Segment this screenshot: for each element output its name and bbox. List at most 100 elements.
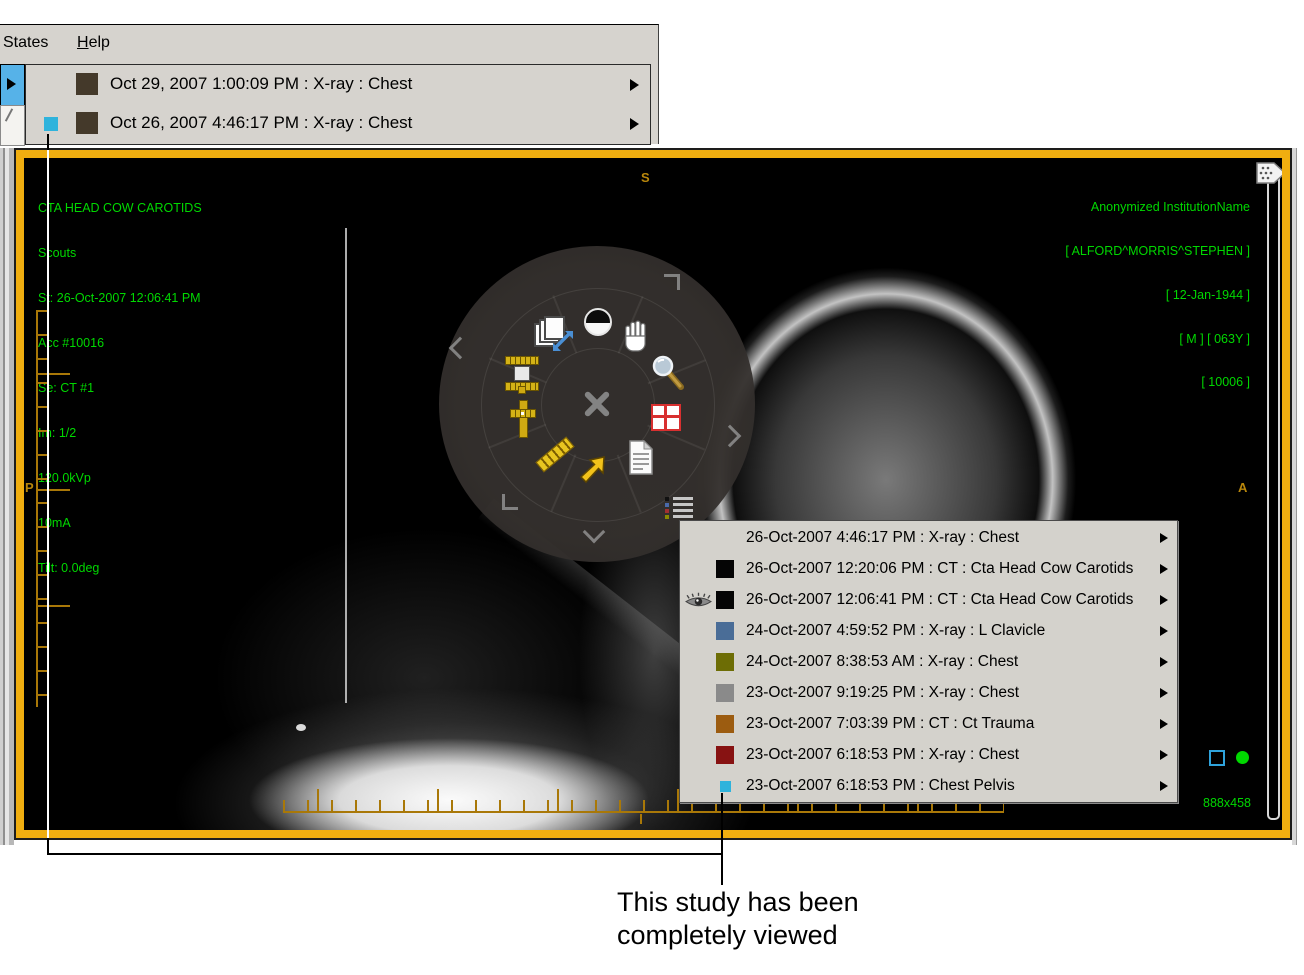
study-color-swatch [716,591,734,609]
submenu-arrow-icon [1160,719,1168,729]
callout-text: This study has been completely viewed [617,886,859,952]
window-level-icon[interactable] [584,308,612,336]
orientation-marker-posterior: P [25,480,34,495]
chevron-right-icon[interactable] [719,425,742,448]
probe-icon[interactable] [510,400,536,438]
states-menu-window: States Help Oct 29, 2007 1:00:09 PM : X-… [0,24,659,144]
stack-scrollbar[interactable] [1267,168,1280,820]
menu-help[interactable]: Help [77,34,110,52]
study-menu-item[interactable]: 26-Oct-2007 12:06:41 PM : CT : Cta Head … [680,585,1177,616]
menu-item-label: Oct 29, 2007 1:00:09 PM : X-ray : Chest [110,74,412,94]
catheter-wire [345,228,347,703]
callout-line [47,134,49,150]
institution-name: Anonymized InstitutionName [1065,200,1250,215]
study-color-swatch [76,73,98,95]
viewed-marker [720,781,731,792]
vertical-scale-ruler [36,310,70,707]
study-menu-item[interactable]: 23-Oct-2007 7:03:39 PM : CT : Ct Trauma [680,709,1177,740]
layout-grid-icon[interactable] [651,404,681,431]
tool-glyph-icon [5,108,13,121]
callout-line-inside-viewer [47,150,49,838]
patient-id: [ 10006 ] [1065,375,1250,390]
callout-line [47,853,723,855]
report-document-icon[interactable] [627,440,655,476]
toolbar-button-highlighted[interactable] [0,64,25,106]
study-menu-item[interactable]: 23-Oct-2007 6:18:53 PM : Chest Pelvis [680,771,1177,802]
ruler-midpoint-tick [640,814,642,824]
study-label: 23-Oct-2007 7:03:39 PM : CT : Ct Trauma [746,715,1034,733]
cine-table-icon[interactable] [505,356,539,392]
status-icons [1179,749,1251,765]
study-label: 23-Oct-2007 6:18:53 PM : X-ray : Chest [746,746,1019,764]
patient-birthdate: [ 12-Jan-1944 ] [1065,288,1250,303]
orientation-marker-anterior: A [1238,480,1247,495]
pointer-arrow-icon[interactable] [578,456,606,484]
overlay-top-right: Anonymized InstitutionName [ ALFORD^MORR… [1065,171,1250,419]
study-menu-item[interactable]: 24-Oct-2007 4:59:52 PM : X-ray : L Clavi… [680,616,1177,647]
callout-line [721,793,723,885]
submenu-arrow-icon [1160,781,1168,791]
study-label: 23-Oct-2007 6:18:53 PM : Chest Pelvis [746,777,1015,795]
study-color-swatch [76,112,98,134]
toolbar-button-fragment[interactable] [0,105,25,146]
study-label: 24-Oct-2007 8:38:53 AM : X-ray : Chest [746,653,1018,671]
overlay-bottom-right: 888x458 oom: 101 % 1 (lossless) V: 499 L… [1179,718,1251,830]
study-datetime: St: 26-Oct-2007 12:06:41 PM [38,291,202,306]
states-dropdown-menu: Oct 29, 2007 1:00:09 PM : X-ray : Chest … [25,64,651,145]
status-dot-icon [1236,751,1249,764]
patient-sex-age: [ M ] [ 063Y ] [1065,332,1250,347]
chevron-northeast-icon[interactable] [664,274,680,290]
study-color-swatch [716,715,734,733]
study-label: 23-Oct-2007 9:19:25 PM : X-ray : Chest [746,684,1019,702]
orientation-marker-superior: S [641,170,650,185]
patient-name: [ ALFORD^MORRIS^STEPHEN ] [1065,244,1250,259]
submenu-arrow-icon [630,79,639,91]
study-label: 24-Oct-2007 4:59:52 PM : X-ray : L Clavi… [746,622,1045,640]
wire-tip [296,724,306,731]
submenu-arrow-icon [630,118,639,130]
study-menu-item[interactable]: 24-Oct-2007 8:38:53 AM : X-ray : Chest [680,647,1177,678]
study-color-swatch [716,746,734,764]
chevron-left-icon[interactable] [449,337,472,360]
stack-position-arrow-icon[interactable] [1255,160,1282,186]
study-label: 26-Oct-2007 12:06:41 PM : CT : Cta Head … [746,591,1133,609]
parent-window-edge-left [0,148,14,845]
play-arrow-icon [7,78,16,90]
magnify-icon[interactable] [650,354,686,392]
chevron-southwest-icon[interactable] [502,494,518,510]
submenu-arrow-icon [1160,657,1168,667]
submenu-arrow-icon [1160,595,1168,605]
sync-square-icon [1209,750,1225,766]
study-label: 26-Oct-2007 12:20:06 PM : CT : Cta Head … [746,560,1133,578]
pan-hand-icon[interactable] [622,318,652,354]
study-color-swatch [716,560,734,578]
series-description: Scouts [38,246,202,261]
submenu-arrow-icon [1160,688,1168,698]
study-menu-item[interactable]: 26-Oct-2007 4:46:17 PM : X-ray : Chest [680,523,1177,554]
study-label: 26-Oct-2007 4:46:17 PM : X-ray : Chest [746,529,1019,547]
radial-tool-menu[interactable] [439,246,755,562]
study-list-icon[interactable] [664,495,694,519]
submenu-arrow-icon [1160,564,1168,574]
menu-item-label: Oct 26, 2007 4:46:17 PM : X-ray : Chest [110,113,412,133]
menu-bar: States Help [0,25,658,64]
submenu-arrow-icon [1160,533,1168,543]
submenu-arrow-icon [1160,750,1168,760]
study-menu-item[interactable]: 23-Oct-2007 6:18:53 PM : X-ray : Chest [680,740,1177,771]
study-menu-item[interactable]: 26-Oct-2007 12:20:06 PM : CT : Cta Head … [680,554,1177,585]
menu-states[interactable]: States [3,34,48,52]
study-color-swatch [716,653,734,671]
study-color-swatch [716,684,734,702]
study-color-swatch [716,529,734,547]
stack-scroll-icon[interactable] [534,316,574,354]
menu-item-study[interactable]: Oct 29, 2007 1:00:09 PM : X-ray : Chest [26,65,650,104]
submenu-arrow-icon [1160,626,1168,636]
parent-window-edge-right [1292,148,1301,845]
viewed-marker [44,117,58,131]
chevron-down-icon[interactable] [583,521,606,544]
study-description: CTA HEAD COW CAROTIDS [38,201,202,216]
eye-icon [685,592,712,609]
menu-item-study[interactable]: Oct 26, 2007 4:46:17 PM : X-ray : Chest [26,104,650,143]
study-menu-item[interactable]: 23-Oct-2007 9:19:25 PM : X-ray : Chest [680,678,1177,709]
study-context-menu: 26-Oct-2007 4:46:17 PM : X-ray : Chest 2… [679,520,1178,803]
